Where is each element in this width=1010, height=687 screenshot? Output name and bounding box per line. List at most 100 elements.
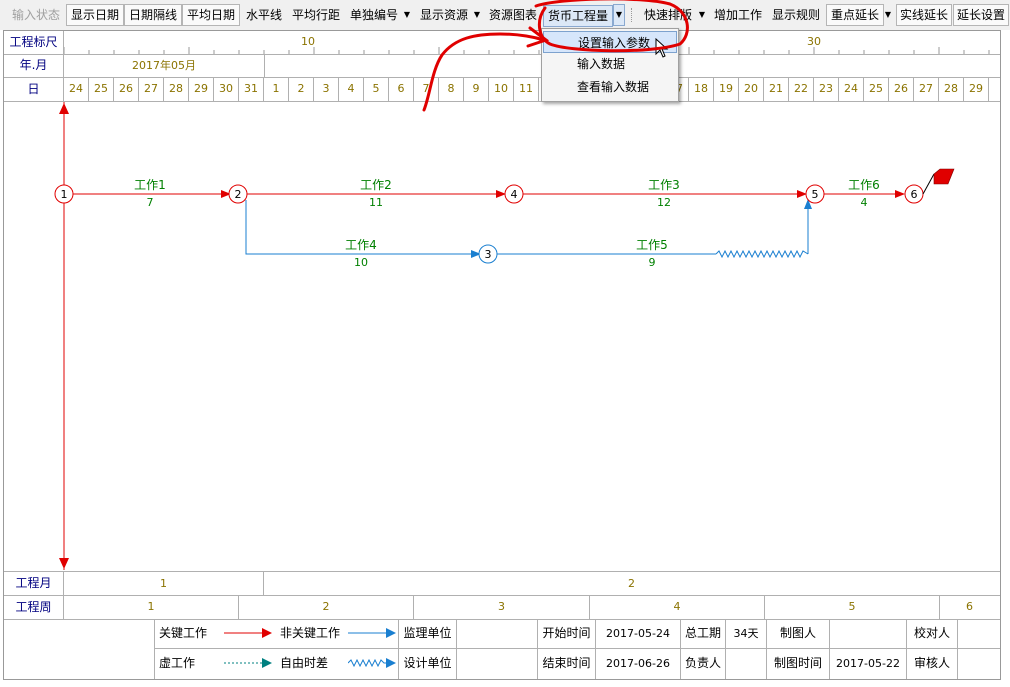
start-time-value: 2017-05-24 [606,627,670,640]
show-date-button[interactable]: 显示日期 [66,4,124,26]
show-rules-button[interactable]: 显示规则 [768,5,824,25]
month-label: 工程月 [4,572,64,595]
node-4[interactable]: 4 [504,184,524,204]
currency-qty-button[interactable]: 货币工程量 [543,5,613,27]
drafter-label: 制图人 [779,626,816,640]
node-label: 6 [911,188,918,201]
show-resource-button[interactable]: 显示资源 [416,5,472,25]
menu-item-label: 输入数据 [577,57,626,71]
task-duration: 12 [657,196,671,209]
yearmonth-row: 年.月 2017年05月 [4,54,1000,78]
key-extend-dropdown-icon[interactable]: ▼ [883,5,893,25]
resource-chart-button[interactable]: 资源图表 [486,5,540,25]
node-label: 3 [485,248,492,261]
task-name: 工作4 [345,238,377,252]
legend-dummy-label: 虚工作 [159,656,196,670]
finish-flag-icon [933,168,955,185]
single-number-dropdown-icon[interactable]: ▼ [402,5,412,25]
day-cell: 22 [789,77,814,101]
legend-dummy-arrow-icon [224,658,272,668]
avg-date-button[interactable]: 平均日期 [182,4,240,26]
day-cell: 26 [889,77,914,101]
day-cell: 26 [114,77,139,101]
arrow-up-icon [59,103,69,114]
mouse-cursor-icon [655,38,669,58]
day-cell: 24 [839,77,864,101]
task-duration: 7 [147,196,154,209]
yearmonth-value: 2017年05月 [64,54,265,77]
network-diagram: 1 2 3 4 5 6 工作1 7 工作2 11 工作3 12 工作4 10 工… [54,102,955,570]
day-cell: 29 [189,77,214,101]
legend-noncritical-arrow-icon [348,628,396,638]
week-cell: 2 [239,595,414,619]
week-label: 工程周 [4,595,64,619]
total-duration-value: 34天 [733,627,759,640]
node-3[interactable]: 3 [478,244,498,264]
legend-blank [4,619,155,679]
week-cell: 3 [414,595,590,619]
day-cell: 27 [139,77,164,101]
avg-row-spacing-button[interactable]: 平均行距 [288,5,344,25]
flag-pole [922,173,935,195]
menu-item-view-input-data[interactable]: 查看输入数据 [543,76,677,98]
key-extend-button[interactable]: 重点延长 [826,4,884,26]
task-name: 工作3 [648,178,680,192]
toolbar: 输入状态 显示日期 日期隔线 平均日期 水平线 平均行距 单独编号 ▼ 显示资源… [0,0,1010,30]
task-name: 工作5 [636,238,668,252]
day-cell: 9 [464,77,489,101]
month-cell: 1 [64,572,264,595]
day-cell: 5 [364,77,389,101]
day-cell: 20 [739,77,764,101]
day-cell: 28 [939,77,964,101]
day-cell: 21 [764,77,789,101]
legend-table: 关键工作 非关键工作 虚工作 自由时差 监理单位 设计单位 开始时间 结束时间 … [4,619,1000,679]
node-label: 2 [235,188,242,201]
node-5[interactable]: 5 [805,184,825,204]
legend-free-float-label: 自由时差 [280,656,329,670]
week-cell: 6 [966,600,973,613]
currency-qty-dropdown-icon[interactable]: ▼ [613,4,625,26]
node-label: 5 [812,188,819,201]
day-cell: 27 [914,77,939,101]
quick-layout-dropdown-icon[interactable]: ▼ [697,5,707,25]
menu-item-label: 设置输入参数 [578,36,651,50]
legend-critical-arrow-icon [224,628,272,638]
extend-settings-button[interactable]: 延长设置 [953,4,1009,26]
week-cell: 1 [64,595,239,619]
total-duration-label: 总工期 [684,626,721,640]
input-state-button[interactable]: 输入状态 [8,5,64,25]
day-cell: 8 [439,77,464,101]
node-6[interactable]: 6 [904,184,924,204]
add-work-button[interactable]: 增加工作 [710,5,766,25]
task-name: 工作2 [360,178,392,192]
horizontal-line-button[interactable]: 水平线 [242,5,286,25]
node-2[interactable]: 2 [228,184,248,204]
owner-label: 负责人 [684,656,721,670]
supervisor-value[interactable] [457,619,537,648]
solid-extend-button[interactable]: 实线延长 [896,4,952,26]
end-time-value: 2017-06-26 [606,657,670,670]
day-cell: 19 [714,77,739,101]
single-number-button[interactable]: 单独编号 [346,5,402,25]
day-cell: 25 [864,77,889,101]
legend-wave-arrow-icon [348,658,396,668]
date-gap-button[interactable]: 日期隔线 [124,4,182,26]
task-duration: 11 [369,196,383,209]
day-row: 日 24252627282930311234567891011121314151… [4,77,1000,102]
show-resource-dropdown-icon[interactable]: ▼ [472,5,482,25]
day-cell: 7 [414,77,439,101]
quick-layout-button[interactable]: 快速排版 [640,5,696,25]
day-cell: 10 [489,77,514,101]
free-float-wave [715,249,809,259]
day-cell: 24 [64,77,89,101]
node-label: 1 [61,188,68,201]
ruler-label: 工程标尺 [4,31,64,54]
day-cell: 30 [214,77,239,101]
end-time-label: 结束时间 [542,656,591,670]
yearmonth-label: 年.月 [4,54,64,77]
task-name: 工作6 [848,178,880,192]
node-1[interactable]: 1 [54,184,74,204]
week-cell: 4 [590,595,765,619]
arrow-down-icon [59,558,69,569]
start-time-label: 开始时间 [542,626,591,640]
